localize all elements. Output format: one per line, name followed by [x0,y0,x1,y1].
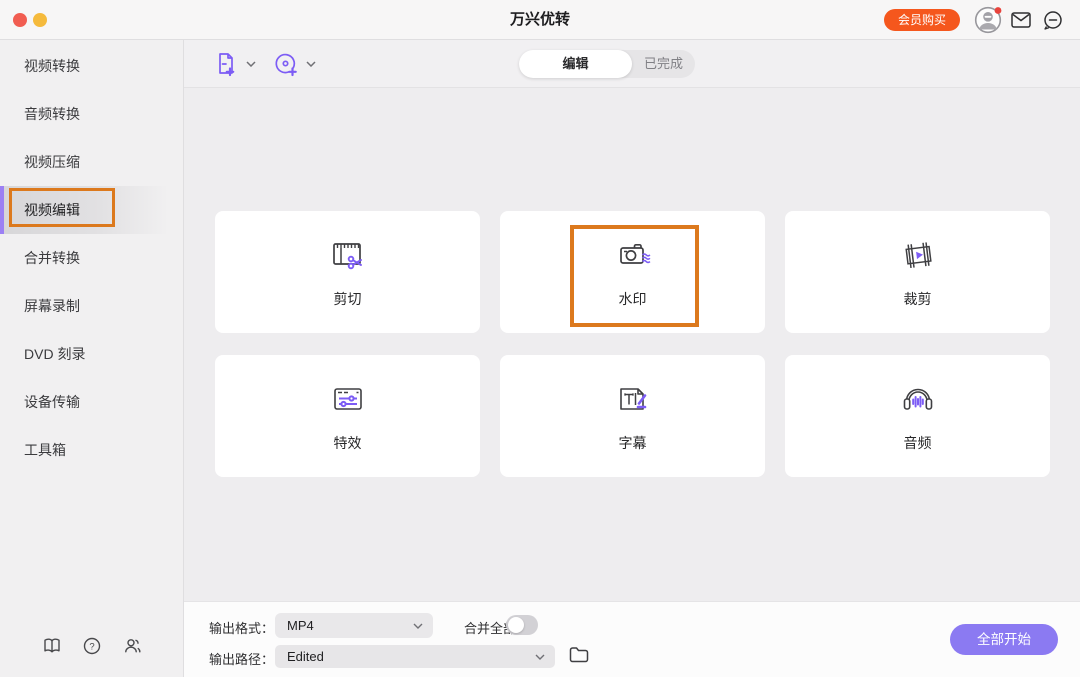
sidebar-item-audio-convert[interactable]: 音频转换 [0,90,183,138]
community-button[interactable] [123,637,141,655]
main-toolbar: 编辑 已完成 [184,40,1080,88]
membership-buy-button[interactable]: 会员购买 [884,9,960,31]
card-cut[interactable]: 剪切 [215,211,480,333]
sidebar-item-merge-convert[interactable]: 合并转换 [0,234,183,282]
tab-editing[interactable]: 编辑 [519,50,632,78]
avatar-icon [974,6,1002,34]
output-format-label: 输出格式： [209,618,274,637]
help-icon: ? [83,637,101,655]
svg-text:?: ? [89,641,94,652]
add-disc-icon [273,51,299,77]
card-label: 字幕 [619,433,647,453]
chevron-down-icon [413,623,423,629]
add-file-icon [213,51,239,77]
card-audio[interactable]: 音频 [785,355,1050,477]
user-guide-button[interactable] [43,637,61,655]
card-label: 水印 [619,289,647,309]
feature-card-grid: 剪切 水印 [215,211,1050,477]
users-icon [123,637,141,655]
open-folder-button[interactable] [569,646,589,664]
effects-icon [328,379,368,419]
sidebar-item-video-compress[interactable]: 视频压缩 [0,138,183,186]
start-all-button[interactable]: 全部开始 [950,624,1058,655]
sidebar-item-video-convert[interactable]: 视频转换 [0,42,183,90]
chevron-down-icon [246,61,256,67]
card-subtitle[interactable]: 字幕 [500,355,765,477]
sidebar-item-screen-record[interactable]: 屏幕录制 [0,282,183,330]
merge-all-toggle[interactable] [506,615,538,635]
subtitle-icon [613,379,653,419]
cut-icon [328,235,368,275]
output-path-value: Edited [275,649,535,664]
toggle-knob [508,617,524,633]
audio-icon [898,379,938,419]
card-label: 剪切 [334,289,362,309]
book-icon [43,637,61,655]
chevron-down-icon [535,654,545,660]
help-button[interactable]: ? [83,637,101,655]
card-label: 特效 [334,433,362,453]
sidebar-nav: 视频转换 音频转换 视频压缩 视频编辑 合并转换 屏幕录制 DVD 刻录 设备传… [0,42,183,474]
sidebar: 视频转换 音频转换 视频压缩 视频编辑 合并转换 屏幕录制 DVD 刻录 设备传… [0,40,184,677]
sidebar-item-video-edit[interactable]: 视频编辑 [0,186,183,234]
output-format-value: MP4 [275,618,413,633]
output-path-select[interactable]: Edited [275,645,555,668]
output-path-label: 输出路径： [209,649,274,668]
sidebar-item-toolbox[interactable]: 工具箱 [0,426,183,474]
footer-bar: 输出格式： MP4 合并全部 输出路径： Edited 全部开始 [184,601,1080,677]
sidebar-item-device-transfer[interactable]: 设备传输 [0,378,183,426]
add-file-button[interactable] [213,51,256,77]
account-avatar[interactable] [974,6,1002,34]
output-format-select[interactable]: MP4 [275,613,433,638]
load-dvd-button[interactable] [273,51,316,77]
folder-icon [569,646,589,664]
feedback-chat-button[interactable] [1043,10,1063,30]
card-watermark[interactable]: 水印 [500,211,765,333]
card-effects[interactable]: 特效 [215,355,480,477]
crop-icon [898,235,938,275]
chat-bubble-icon [1043,10,1063,30]
view-segmented-control: 编辑 已完成 [519,50,695,78]
card-crop[interactable]: 裁剪 [785,211,1050,333]
mail-button[interactable] [1011,11,1031,29]
watermark-icon [613,235,653,275]
card-label: 裁剪 [904,289,932,309]
titlebar: 万兴优转 会员购买 [0,0,1080,40]
tab-finished[interactable]: 已完成 [632,50,695,78]
chevron-down-icon [306,61,316,67]
sidebar-item-dvd-burn[interactable]: DVD 刻录 [0,330,183,378]
main-content: 剪切 水印 [184,89,1080,601]
mail-icon [1011,11,1031,29]
card-label: 音频 [904,433,932,453]
sidebar-footer: ? [0,617,183,677]
